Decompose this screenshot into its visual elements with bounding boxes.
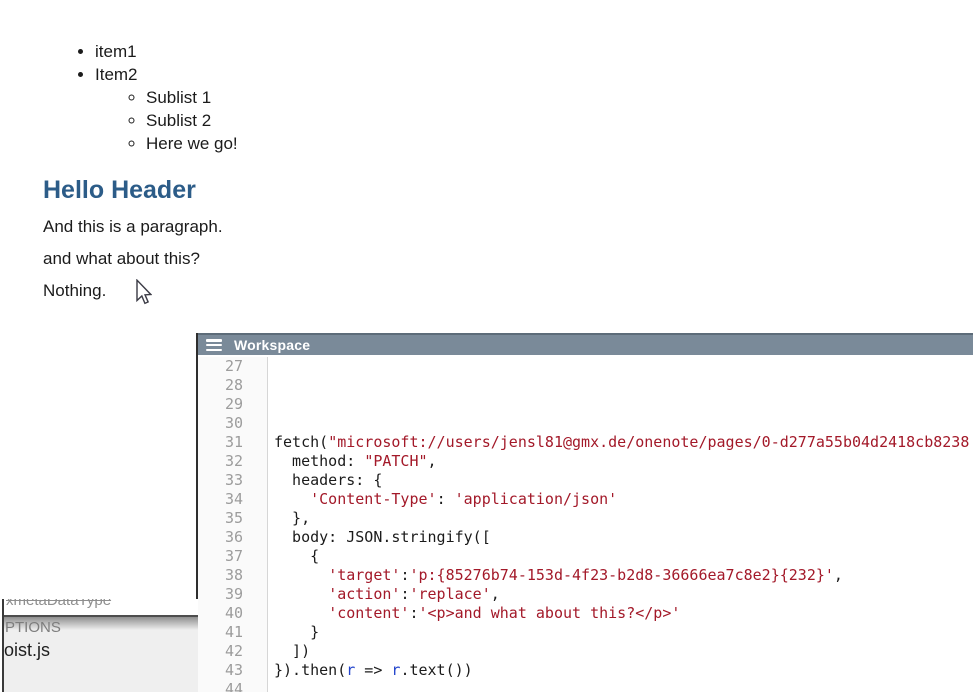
code-line[interactable]: ]) <box>274 642 973 661</box>
code-line[interactable] <box>274 680 973 692</box>
code-line[interactable]: 'action':'replace', <box>274 585 973 604</box>
line-number: 43 <box>198 661 243 680</box>
code-editor: 272829303132333435363738394041424344 fet… <box>198 357 973 692</box>
list-item: Item2Sublist 1Sublist 2Here we go! <box>95 63 602 155</box>
line-number: 39 <box>198 585 243 604</box>
line-number: 35 <box>198 509 243 528</box>
line-number: 29 <box>198 395 243 414</box>
line-number: 31 <box>198 433 243 452</box>
code-line[interactable]: }, <box>274 509 973 528</box>
line-number: 28 <box>198 376 243 395</box>
code-line[interactable]: 'target':'p:{85276b74-153d-4f23-b2d8-366… <box>274 566 973 585</box>
sub-list-item: Sublist 2 <box>146 109 602 132</box>
code-line[interactable]: fetch("microsoft://users/jensl81@gmx.de/… <box>274 433 973 452</box>
code-line[interactable]: }).then(r => r.text()) <box>274 661 973 680</box>
line-number: 44 <box>198 680 243 692</box>
line-number: 41 <box>198 623 243 642</box>
line-number: 33 <box>198 471 243 490</box>
code-line[interactable] <box>274 357 973 376</box>
paragraph: and what about this? <box>43 250 602 268</box>
code-line[interactable]: method: "PATCH", <box>274 452 973 471</box>
sub-list: Sublist 1Sublist 2Here we go! <box>95 86 602 155</box>
code-area[interactable]: fetch("microsoft://users/jensl81@gmx.de/… <box>268 357 973 692</box>
line-number: 37 <box>198 547 243 566</box>
workspace-title: Workspace <box>234 337 310 353</box>
paragraph: And this is a paragraph. <box>43 218 602 236</box>
mouse-cursor-icon <box>135 279 152 305</box>
workspace-header: Workspace <box>198 333 973 355</box>
code-line[interactable] <box>274 376 973 395</box>
line-number: 42 <box>198 642 243 661</box>
line-number: 32 <box>198 452 243 471</box>
code-line[interactable]: 'Content-Type': 'application/json' <box>274 490 973 509</box>
list-item: item1 <box>95 40 602 63</box>
hamburger-menu-icon[interactable] <box>206 339 222 351</box>
sub-list-item: Sublist 1 <box>146 86 602 109</box>
paragraph: Nothing. <box>43 282 602 300</box>
code-line[interactable]: headers: { <box>274 471 973 490</box>
code-line[interactable]: 'content':'<p>and what about this?</p>' <box>274 604 973 623</box>
line-number: 36 <box>198 528 243 547</box>
bullet-list: item1Item2Sublist 1Sublist 2Here we go! <box>42 40 602 155</box>
screen: { "document": { "list_items": [ {"label"… <box>0 0 973 692</box>
deprecated-suggestion[interactable]: xmetaDataType <box>6 599 198 615</box>
suggestion-list: PTIONS oist.js <box>4 615 198 692</box>
workspace-panel: Workspace 272829303132333435363738394041… <box>196 333 973 692</box>
page-heading: Hello Header <box>43 176 602 204</box>
document-page: item1Item2Sublist 1Sublist 2Here we go! … <box>42 40 602 314</box>
code-line[interactable]: { <box>274 547 973 566</box>
line-number: 34 <box>198 490 243 509</box>
suggestion-item[interactable]: PTIONS <box>5 619 198 636</box>
code-line[interactable]: } <box>274 623 973 642</box>
sub-list-item: Here we go! <box>146 132 602 155</box>
autocomplete-popup: xmetaDataType PTIONS oist.js <box>2 599 198 692</box>
code-line[interactable] <box>274 395 973 414</box>
line-number: 40 <box>198 604 243 623</box>
line-number: 27 <box>198 357 243 376</box>
suggestion-item[interactable]: oist.js <box>4 640 198 661</box>
deprecated-suggestion-label: xmetaDataType <box>6 599 198 609</box>
line-number-gutter: 272829303132333435363738394041424344 <box>198 357 268 692</box>
code-line[interactable] <box>274 414 973 433</box>
paragraph-block: And this is a paragraph. and what about t… <box>42 218 602 300</box>
line-number: 30 <box>198 414 243 433</box>
line-number: 38 <box>198 566 243 585</box>
code-line[interactable]: body: JSON.stringify([ <box>274 528 973 547</box>
